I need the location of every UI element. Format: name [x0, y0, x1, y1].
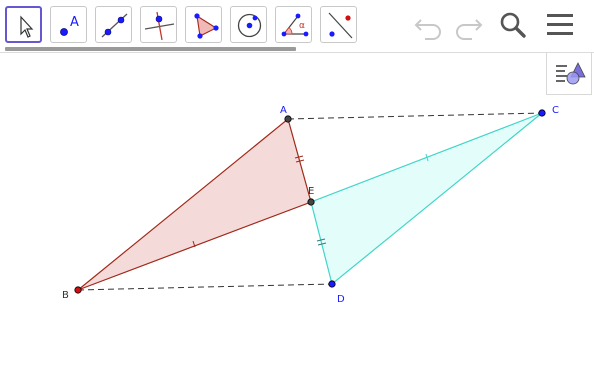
undo-icon — [414, 19, 441, 40]
label-e: E — [308, 186, 314, 197]
search-button[interactable] — [497, 8, 531, 42]
move-tool-button[interactable] — [5, 6, 42, 43]
point-c[interactable] — [538, 109, 546, 117]
svg-text:α: α — [299, 21, 305, 31]
angle-icon: α — [281, 13, 309, 37]
toolbar: A α — [0, 0, 594, 52]
perpendicular-line-tool-button[interactable] — [140, 6, 177, 43]
cursor-arrow-icon — [20, 15, 34, 38]
search-icon — [500, 12, 526, 38]
redo-icon — [456, 19, 483, 40]
toolbar-scrollbar[interactable] — [5, 47, 296, 51]
main-menu-button[interactable] — [543, 8, 577, 42]
label-d: D — [337, 294, 345, 305]
point-a[interactable] — [284, 115, 292, 123]
menu-icon — [547, 14, 573, 35]
circle-tool-button[interactable] — [230, 6, 267, 43]
point-d[interactable] — [328, 280, 336, 288]
label-b: B — [62, 290, 69, 301]
point-icon: A — [60, 15, 79, 36]
triangle-abe[interactable] — [77, 117, 312, 291]
label-c: C — [552, 105, 559, 116]
circle-icon — [237, 13, 262, 38]
polygon-icon — [194, 13, 219, 39]
undo-button[interactable] — [413, 8, 447, 42]
redo-button[interactable] — [450, 8, 484, 42]
segment-ac[interactable] — [287, 112, 543, 120]
triangle-cde[interactable] — [310, 112, 543, 286]
segment-bd[interactable] — [77, 283, 333, 291]
style-bar-toggle[interactable] — [546, 53, 592, 95]
graphics-view[interactable]: A B C D E — [0, 53, 594, 367]
label-a: A — [280, 105, 287, 116]
svg-text:A: A — [70, 15, 79, 30]
polygon-tool-button[interactable] — [185, 6, 222, 43]
angle-tool-button[interactable]: α — [275, 6, 312, 43]
point-e[interactable] — [307, 198, 315, 206]
reflect-tool-button[interactable] — [320, 6, 357, 43]
style-bar-icon — [556, 62, 586, 85]
line-tool-button[interactable] — [95, 6, 132, 43]
reflect-icon — [328, 12, 353, 39]
point-b[interactable] — [74, 286, 82, 294]
point-tool-button[interactable]: A — [50, 6, 87, 43]
perpendicular-line-icon — [144, 11, 175, 41]
line-icon — [101, 13, 128, 38]
